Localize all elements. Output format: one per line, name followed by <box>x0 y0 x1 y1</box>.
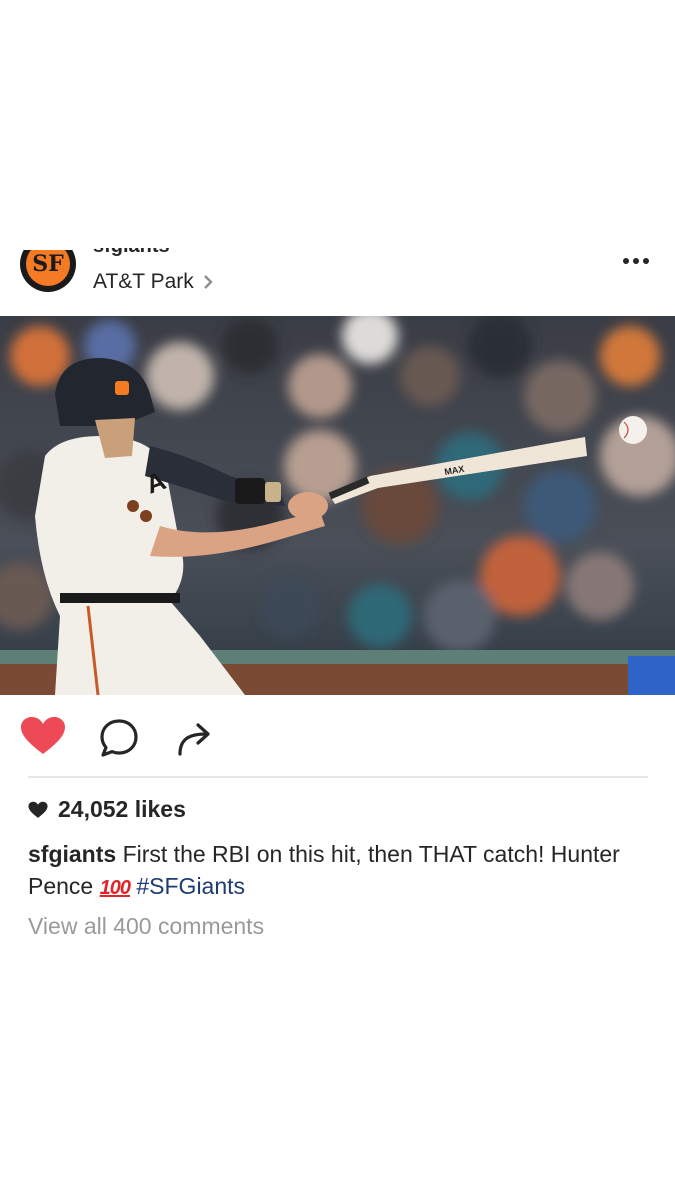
baseball-photo: MAX A <box>0 316 675 695</box>
small-heart-icon <box>28 801 48 818</box>
comment-icon <box>100 719 138 757</box>
share-arrow-icon <box>178 723 210 756</box>
caption-username[interactable]: sfgiants <box>28 841 116 867</box>
hundred-points-emoji: 100 <box>99 877 131 899</box>
post-caption: sfgiants First the RBI on this hit, then… <box>28 838 658 904</box>
post-header: SF sfgiants AT&T Park <box>0 248 675 310</box>
dot-icon <box>643 258 649 264</box>
action-divider <box>28 776 648 778</box>
share-button[interactable] <box>176 718 216 763</box>
post-photo[interactable]: MAX A <box>0 316 675 695</box>
profile-avatar[interactable]: SF <box>20 250 76 294</box>
dot-icon <box>623 258 629 264</box>
comment-button[interactable] <box>98 718 140 763</box>
post-location[interactable]: AT&T Park <box>93 270 214 294</box>
view-all-comments-link[interactable]: View all 400 comments <box>28 913 264 940</box>
like-button[interactable] <box>20 716 66 761</box>
heart-icon <box>21 717 65 754</box>
location-label: AT&T Park <box>93 270 194 293</box>
caption-hashtag[interactable]: #SFGiants <box>136 873 245 899</box>
avatar-ring: SF <box>20 250 76 292</box>
more-options-button[interactable] <box>623 258 649 264</box>
dot-icon <box>633 258 639 264</box>
post-username-cropped[interactable]: sfgiants <box>93 248 170 258</box>
action-bar <box>0 712 675 768</box>
giants-logo: SF <box>26 250 70 286</box>
likes-label: 24,052 likes <box>58 796 186 822</box>
likes-count[interactable]: 24,052 likes <box>28 796 186 823</box>
chevron-right-icon <box>203 275 213 289</box>
